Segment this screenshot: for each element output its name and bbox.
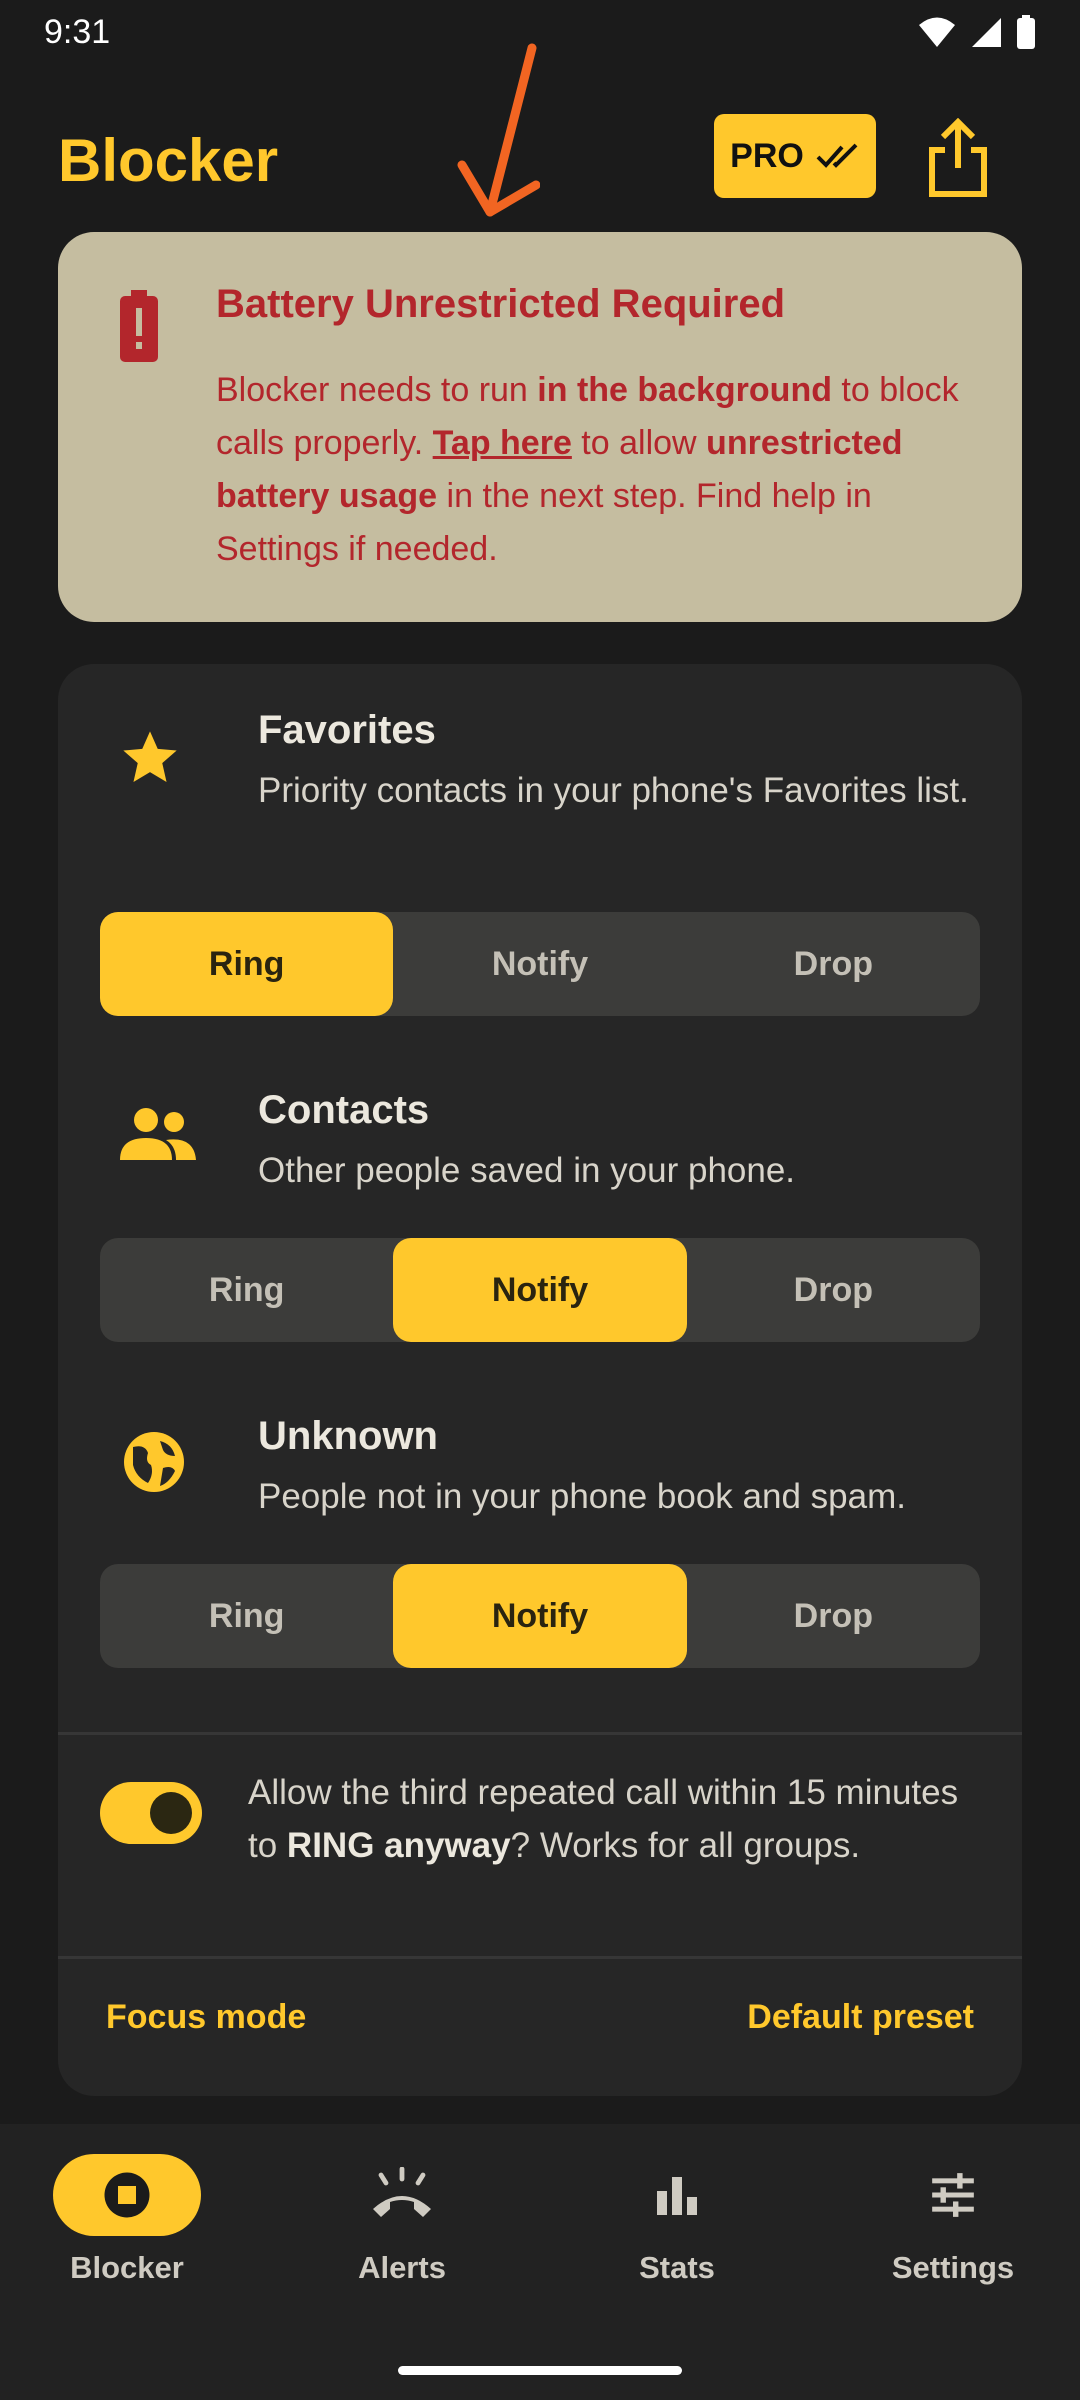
contacts-notify-option[interactable]: Notify (393, 1238, 687, 1342)
nav-alerts[interactable]: Alerts (302, 2154, 502, 2294)
favorites-mode-selector: Ring Notify Drop (100, 912, 980, 1016)
contacts-drop-option[interactable]: Drop (687, 1238, 980, 1342)
repeated-call-description: Allow the third repeated call within 15 … (248, 1773, 959, 1865)
group-description: People not in your phone book and spam. (258, 1477, 906, 1516)
nav-indicator (603, 2154, 751, 2236)
people-icon (120, 1108, 196, 1160)
pro-label: PRO (730, 136, 804, 175)
nav-label: Stats (639, 2250, 715, 2285)
toggle-knob (150, 1792, 192, 1834)
nav-blocker[interactable]: Blocker (27, 2154, 227, 2294)
nav-stats[interactable]: Stats (577, 2154, 777, 2294)
battery-warning-card[interactable]: Battery Unrestricted Required Blocker ne… (58, 232, 1022, 622)
status-bar: 9:31 (0, 0, 1080, 64)
share-button[interactable] (920, 114, 996, 202)
divider (58, 1732, 1022, 1735)
nav-indicator (53, 2154, 201, 2236)
contacts-ring-option[interactable]: Ring (100, 1238, 393, 1342)
battery-alert-icon (120, 290, 158, 362)
globe-icon (124, 1432, 184, 1492)
ring-anyway-emphasis: RING anyway (286, 1826, 511, 1865)
annotation-arrow-icon (457, 43, 540, 217)
group-description: Other people saved in your phone. (258, 1151, 796, 1190)
nav-label: Settings (891, 2250, 1015, 2285)
pro-button[interactable]: PRO (714, 114, 876, 198)
stop-circle-icon (104, 2172, 150, 2218)
tune-icon (932, 2173, 974, 2217)
repeated-call-toggle[interactable] (100, 1782, 202, 1844)
warning-title: Battery Unrestricted Required (216, 282, 786, 326)
default-preset-link[interactable]: Default preset (747, 1998, 974, 2037)
status-time: 9:31 (44, 12, 111, 51)
favorites-ring-option[interactable]: Ring (100, 912, 394, 1016)
app-header: Blocker PRO (0, 110, 1080, 210)
unknown-notify-option[interactable]: Notify (393, 1564, 687, 1668)
group-name: Favorites (258, 708, 436, 752)
star-icon (123, 731, 177, 782)
warning-message: Blocker needs to run in the background t… (216, 371, 959, 568)
group-name: Unknown (258, 1414, 438, 1458)
favorites-notify-option[interactable]: Notify (393, 912, 686, 1016)
app-title: Blocker (58, 127, 279, 194)
nav-indicator (879, 2154, 1027, 2236)
wifi-icon (919, 17, 955, 47)
favorites-drop-option[interactable]: Drop (687, 912, 980, 1016)
unknown-ring-option[interactable]: Ring (100, 1564, 393, 1668)
nav-label: Alerts (358, 2250, 446, 2285)
nav-settings[interactable]: Settings (853, 2154, 1053, 2294)
unknown-drop-option[interactable]: Drop (687, 1564, 980, 1668)
bar-chart-icon (657, 2177, 697, 2215)
group-name: Contacts (258, 1088, 430, 1132)
nav-indicator (328, 2154, 476, 2236)
done-all-icon (816, 143, 858, 168)
battery-status-icon (1017, 15, 1035, 49)
call-groups-card: Favorites Priority contacts in your phon… (58, 664, 1022, 2096)
cell-signal-icon (972, 18, 1001, 47)
nav-label: Blocker (70, 2250, 184, 2285)
home-indicator[interactable] (398, 2366, 682, 2375)
share-icon (929, 118, 987, 197)
contacts-mode-selector: Ring Notify Drop (100, 1238, 980, 1342)
divider (58, 1956, 1022, 1959)
bottom-navigation: Blocker Alerts Stats Settings (0, 2124, 1080, 2400)
tap-here-link[interactable]: Tap here (433, 424, 572, 462)
call-end-icon (373, 2167, 431, 2217)
group-description: Priority contacts in your phone's Favori… (258, 771, 969, 810)
focus-mode-link[interactable]: Focus mode (106, 1998, 306, 2037)
unknown-mode-selector: Ring Notify Drop (100, 1564, 980, 1668)
status-icons (918, 15, 1036, 49)
warning-emphasis-background: in the background (537, 371, 832, 409)
